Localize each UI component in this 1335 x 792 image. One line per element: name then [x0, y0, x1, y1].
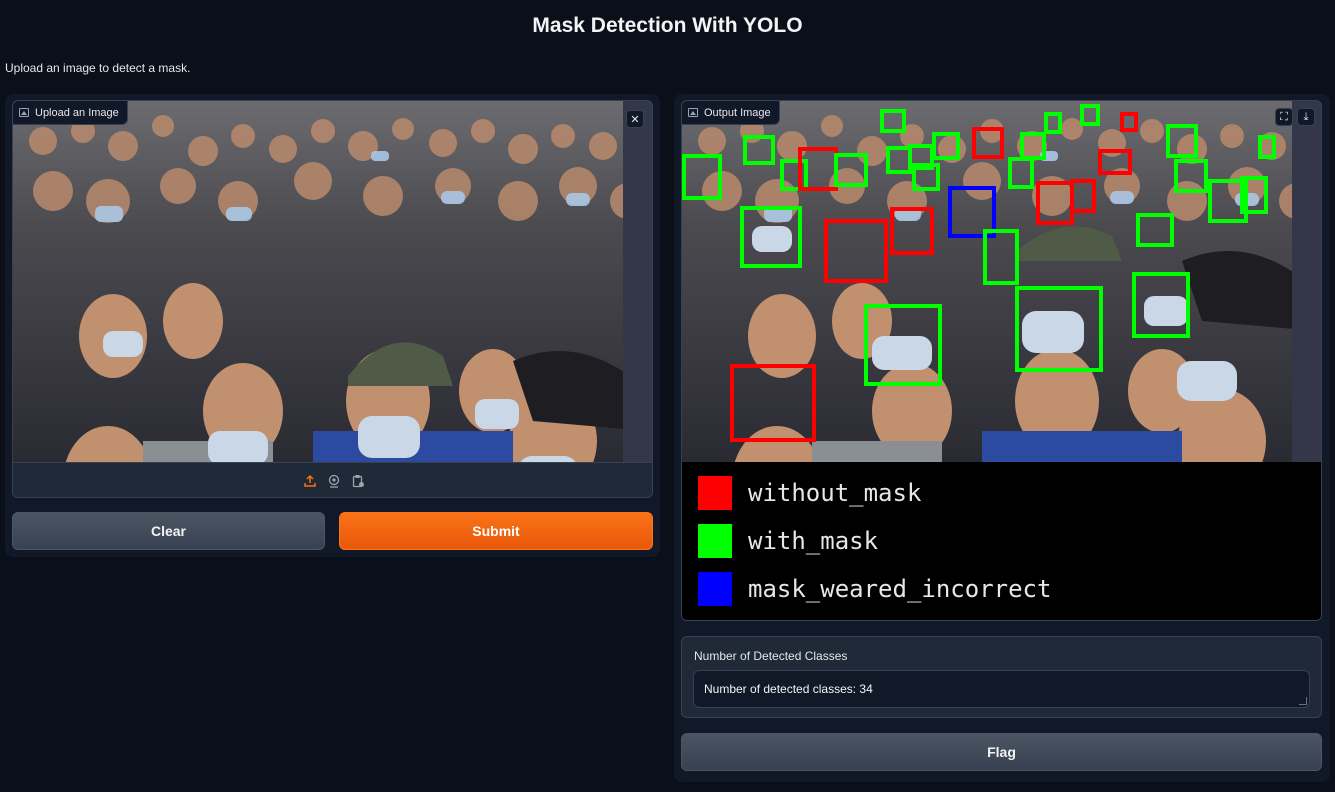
input-image-label: Upload an Image: [13, 101, 128, 125]
page-title: Mask Detection With YOLO: [532, 14, 803, 37]
submit-button[interactable]: Submit: [339, 512, 653, 550]
legend-item-with-mask: with_mask: [698, 524, 878, 558]
clear-button[interactable]: Clear: [12, 512, 325, 550]
input-image-label-text: Upload an Image: [35, 106, 119, 119]
legend-label: mask_weared_incorrect: [748, 575, 1052, 603]
legend-item-mask-weared-incorrect: mask_weared_incorrect: [698, 572, 1051, 606]
legend-item-without-mask: without_mask: [698, 476, 921, 510]
legend-swatch: [698, 476, 732, 510]
input-source-toolbar: [13, 462, 652, 497]
fullscreen-icon[interactable]: ⛶: [1275, 108, 1293, 126]
legend-label: with_mask: [748, 527, 879, 555]
class-legend: without_mask with_mask mask_weared_incor…: [682, 462, 1321, 620]
uploaded-crowd-photo: [13, 101, 652, 462]
detected-classes-textbox[interactable]: Number of detected classes: 34: [693, 670, 1310, 708]
detected-classes-label: Number of Detected Classes: [694, 649, 848, 663]
clipboard-icon[interactable]: [351, 474, 365, 488]
image-upload-area[interactable]: Upload an Image ✕: [12, 100, 653, 498]
flag-button[interactable]: Flag: [681, 733, 1322, 771]
resize-handle[interactable]: [1299, 697, 1307, 705]
output-image-area: Output Image ⛶ ⤓ without_mask with_mask …: [681, 100, 1322, 621]
image-icon: [19, 108, 29, 117]
input-panel: Upload an Image ✕ Clear Submit: [5, 94, 660, 557]
close-icon[interactable]: ✕: [626, 110, 644, 128]
detected-classes-value: Number of detected classes: 34: [704, 682, 873, 696]
webcam-icon[interactable]: [327, 474, 341, 488]
detected-classes-block: Number of Detected Classes Number of det…: [681, 636, 1322, 718]
output-image-label: Output Image: [682, 101, 780, 125]
legend-label: without_mask: [748, 479, 922, 507]
legend-swatch: [698, 524, 732, 558]
legend-swatch: [698, 572, 732, 606]
upload-icon[interactable]: [303, 474, 317, 488]
image-icon: [688, 108, 698, 117]
detected-crowd-photo: [682, 101, 1321, 462]
output-image-label-text: Output Image: [704, 106, 771, 119]
download-icon[interactable]: ⤓: [1297, 108, 1315, 126]
page-description: Upload an image to detect a mask.: [5, 61, 191, 75]
